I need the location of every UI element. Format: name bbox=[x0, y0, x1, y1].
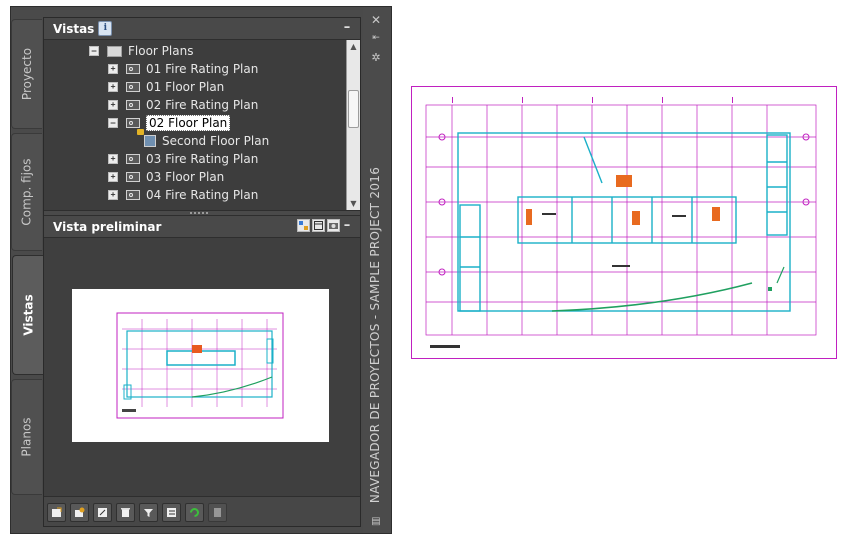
palette-vertical-title: NAVEGADOR DE PROYECTOS - SAMPLE PROJECT … bbox=[368, 166, 382, 504]
tree-item-label: 03 Floor Plan bbox=[146, 170, 225, 184]
view-icon bbox=[126, 100, 140, 110]
tree-item-label: Second Floor Plan bbox=[162, 134, 270, 148]
tree-item[interactable]: + 04 Fire Rating Plan bbox=[108, 186, 258, 204]
tab-proyecto[interactable]: Proyecto bbox=[11, 19, 42, 129]
preview-camera-icon[interactable] bbox=[327, 219, 340, 232]
scroll-down-arrow-icon[interactable]: ▼ bbox=[347, 197, 360, 210]
tab-planos[interactable]: Planos bbox=[11, 379, 42, 495]
filter-icon bbox=[144, 509, 153, 517]
tree-item-label: 03 Fire Rating Plan bbox=[146, 152, 259, 166]
new-view-icon bbox=[52, 507, 62, 517]
preview-title: Vista preliminar bbox=[53, 219, 162, 234]
tab-vistas-label: Vistas bbox=[21, 294, 36, 336]
info-icon[interactable]: i bbox=[98, 21, 113, 36]
project-navigator-palette: Proyecto Comp. fijos Vistas Planos Vista… bbox=[10, 6, 392, 534]
add-view-button[interactable] bbox=[70, 503, 89, 522]
floor-plan-view-icon bbox=[144, 135, 156, 147]
tree-item-label: 04 Fire Rating Plan bbox=[146, 188, 259, 202]
expander[interactable]: – bbox=[108, 118, 118, 128]
tree-item[interactable]: + 02 Fire Rating Plan bbox=[108, 96, 258, 114]
tab-planos-label: Planos bbox=[20, 417, 34, 457]
expander[interactable]: + bbox=[108, 154, 118, 164]
views-tree: – Floor Plans + 01 Fire Rating Plan + 01… bbox=[44, 40, 346, 210]
expander[interactable]: + bbox=[108, 82, 118, 92]
tab-proyecto-label: Proyecto bbox=[20, 47, 35, 101]
palette-title-bar: ✕ ⇤ ✲ NAVEGADOR DE PROYECTOS - SAMPLE PR… bbox=[363, 7, 391, 533]
preview-area bbox=[44, 238, 360, 492]
navigator-toolbar bbox=[44, 496, 360, 526]
views-header: Vistas i – bbox=[44, 18, 360, 40]
tree-item-label: 02 Floor Plan bbox=[146, 115, 231, 131]
tree-item[interactable]: + 03 Floor Plan bbox=[108, 168, 224, 186]
preview-floor-plan-image bbox=[116, 312, 284, 419]
tab-comp-fijos[interactable]: Comp. fijos bbox=[11, 133, 42, 251]
expander[interactable]: + bbox=[108, 190, 118, 200]
preview-header: Vista preliminar – bbox=[44, 216, 360, 238]
trash-icon bbox=[121, 508, 130, 517]
tree-scrollbar[interactable]: ▲ ▼ bbox=[346, 40, 360, 210]
tree-item-label: 01 Floor Plan bbox=[146, 80, 225, 94]
tree-child-item[interactable]: Second Floor Plan bbox=[144, 132, 269, 150]
folder-open-icon bbox=[107, 45, 122, 57]
palette-content: Vistas i – – Floor Plans + 01 Fire Ratin… bbox=[43, 17, 361, 527]
list-view-button[interactable] bbox=[162, 503, 181, 522]
tree-root-floor-plans[interactable]: – Floor Plans bbox=[89, 42, 193, 60]
scroll-up-arrow-icon[interactable]: ▲ bbox=[347, 40, 360, 53]
close-palette-button[interactable]: ✕ bbox=[369, 13, 383, 27]
tree-item[interactable]: + 01 Floor Plan bbox=[108, 78, 224, 96]
expander[interactable]: + bbox=[108, 172, 118, 182]
tree-item-selected[interactable]: – 02 Floor Plan bbox=[108, 114, 231, 135]
collapse-preview-button[interactable]: – bbox=[340, 218, 354, 234]
drawing-viewport[interactable] bbox=[411, 86, 837, 359]
auto-hide-icon[interactable]: ⇤ bbox=[369, 31, 383, 45]
lock-icon bbox=[137, 129, 144, 135]
save-icon bbox=[214, 508, 221, 517]
preview-window-icon[interactable] bbox=[312, 219, 325, 232]
delete-view-button[interactable] bbox=[116, 503, 135, 522]
edit-view-button[interactable] bbox=[93, 503, 112, 522]
new-view-button[interactable] bbox=[47, 503, 66, 522]
properties-gear-icon[interactable]: ✲ bbox=[369, 51, 383, 65]
expander[interactable]: + bbox=[108, 64, 118, 74]
tree-item[interactable]: + 01 Fire Rating Plan bbox=[108, 60, 258, 78]
save-button[interactable] bbox=[208, 503, 227, 522]
views-title: Vistas bbox=[53, 21, 95, 36]
view-icon bbox=[126, 82, 140, 92]
expander[interactable]: + bbox=[108, 100, 118, 110]
locked-view-icon bbox=[126, 118, 144, 135]
tab-vistas[interactable]: Vistas bbox=[12, 255, 44, 375]
tree-item[interactable]: + 03 Fire Rating Plan bbox=[108, 150, 258, 168]
refresh-icon bbox=[190, 508, 199, 517]
view-icon bbox=[126, 190, 140, 200]
view-icon bbox=[126, 64, 140, 74]
edit-view-icon bbox=[98, 508, 107, 517]
tree-item-label: 01 Fire Rating Plan bbox=[146, 62, 259, 76]
tab-comp-fijos-label: Comp. fijos bbox=[20, 158, 34, 226]
tree-root-label: Floor Plans bbox=[128, 44, 194, 58]
refresh-button[interactable] bbox=[185, 503, 204, 522]
list-icon bbox=[167, 508, 176, 517]
view-icon bbox=[126, 172, 140, 182]
add-view-icon bbox=[75, 507, 85, 517]
filter-button[interactable] bbox=[139, 503, 158, 522]
floor-plan-drawing bbox=[425, 97, 817, 348]
palette-menu-icon[interactable]: ▤ bbox=[369, 515, 383, 529]
collapse-expander[interactable]: – bbox=[89, 46, 99, 56]
preview-thumbnail bbox=[72, 289, 329, 442]
collapse-views-button[interactable]: – bbox=[340, 20, 354, 36]
view-icon bbox=[126, 154, 140, 164]
preview-mode-icon[interactable] bbox=[297, 219, 310, 232]
tree-item-label: 02 Fire Rating Plan bbox=[146, 98, 259, 112]
scroll-thumb[interactable] bbox=[348, 90, 359, 128]
